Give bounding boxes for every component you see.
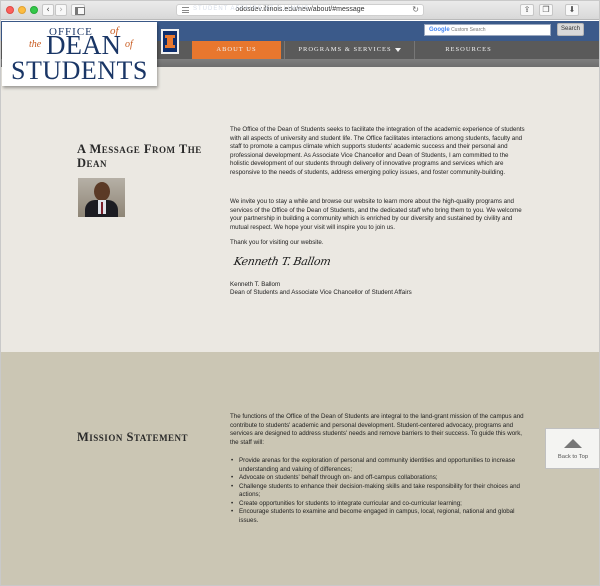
close-window-icon[interactable] — [6, 6, 14, 14]
chevron-down-icon — [394, 47, 401, 52]
list-item: Create opportunities for students to int… — [230, 500, 525, 509]
back-to-top-label: Back to Top — [557, 454, 589, 460]
google-label: Google — [429, 27, 450, 33]
message-heading: A Message From The Dean — [77, 142, 202, 170]
mission-heading: Mission Statement — [77, 430, 189, 444]
search-button[interactable]: Search — [557, 23, 584, 36]
logo-dean: DEAN — [46, 30, 121, 60]
mission-intro: The functions of the Office of the Dean … — [230, 413, 524, 446]
signer-title: Dean of Students and Associate Vice Chan… — [230, 289, 412, 296]
message-paragraph: We invite you to stay a while and browse… — [230, 198, 522, 231]
site-logo[interactable]: OFFICE of the DEAN of STUDENTS — [2, 22, 157, 86]
logo-the: the — [29, 39, 42, 50]
search-placeholder: Custom Search — [451, 27, 486, 33]
list-item: Provide arenas for the exploration of pe… — [230, 457, 525, 474]
sidebar-toggle-icon[interactable] — [71, 4, 85, 16]
triangle-up-icon — [564, 439, 582, 448]
student-affairs-link[interactable]: STUDENT AFFAIRS AT ILLINOIS — [193, 6, 309, 12]
illinois-block-i-icon[interactable] — [161, 29, 179, 54]
nav-divider — [284, 41, 285, 59]
list-item: Advocate on students' behalf through on-… — [230, 474, 525, 483]
share-icon[interactable]: ⇪ — [520, 4, 534, 16]
signature: Kenneth T. Ballom — [232, 255, 332, 268]
logo-of: of — [125, 39, 133, 50]
message-paragraph: Thank you for visiting our website. — [230, 239, 324, 246]
mission-list: Provide arenas for the exploration of pe… — [230, 457, 525, 525]
logo-students: STUDENTS — [11, 56, 148, 85]
nav-resources[interactable]: RESOURCES — [418, 41, 519, 59]
back-to-top-button[interactable]: Back to Top — [545, 428, 600, 469]
list-item: Challenge students to enhance their deci… — [230, 483, 525, 500]
message-paragraph: The Office of the Dean of Students seeks… — [230, 126, 525, 176]
forward-button[interactable]: › — [55, 4, 67, 16]
list-item: Encourage students to examine and become… — [230, 508, 525, 525]
nav-divider — [414, 41, 415, 59]
nav-about-us[interactable]: ABOUT US — [192, 41, 281, 59]
downloads-icon[interactable]: ⬇ — [565, 4, 579, 16]
zoom-window-icon[interactable] — [30, 6, 38, 14]
reader-icon[interactable] — [182, 7, 189, 13]
tabs-overview-icon[interactable]: ❐ — [539, 4, 553, 16]
reload-icon[interactable]: ↻ — [412, 5, 419, 15]
minimize-window-icon[interactable] — [18, 6, 26, 14]
back-button[interactable]: ‹ — [42, 4, 54, 16]
search-input[interactable]: Google Custom Search — [424, 24, 551, 36]
dean-photo — [78, 178, 125, 217]
nav-programs-services[interactable]: PROGRAMS & SERVICES — [288, 41, 411, 59]
nav-programs-label: PROGRAMS & SERVICES — [298, 46, 392, 53]
